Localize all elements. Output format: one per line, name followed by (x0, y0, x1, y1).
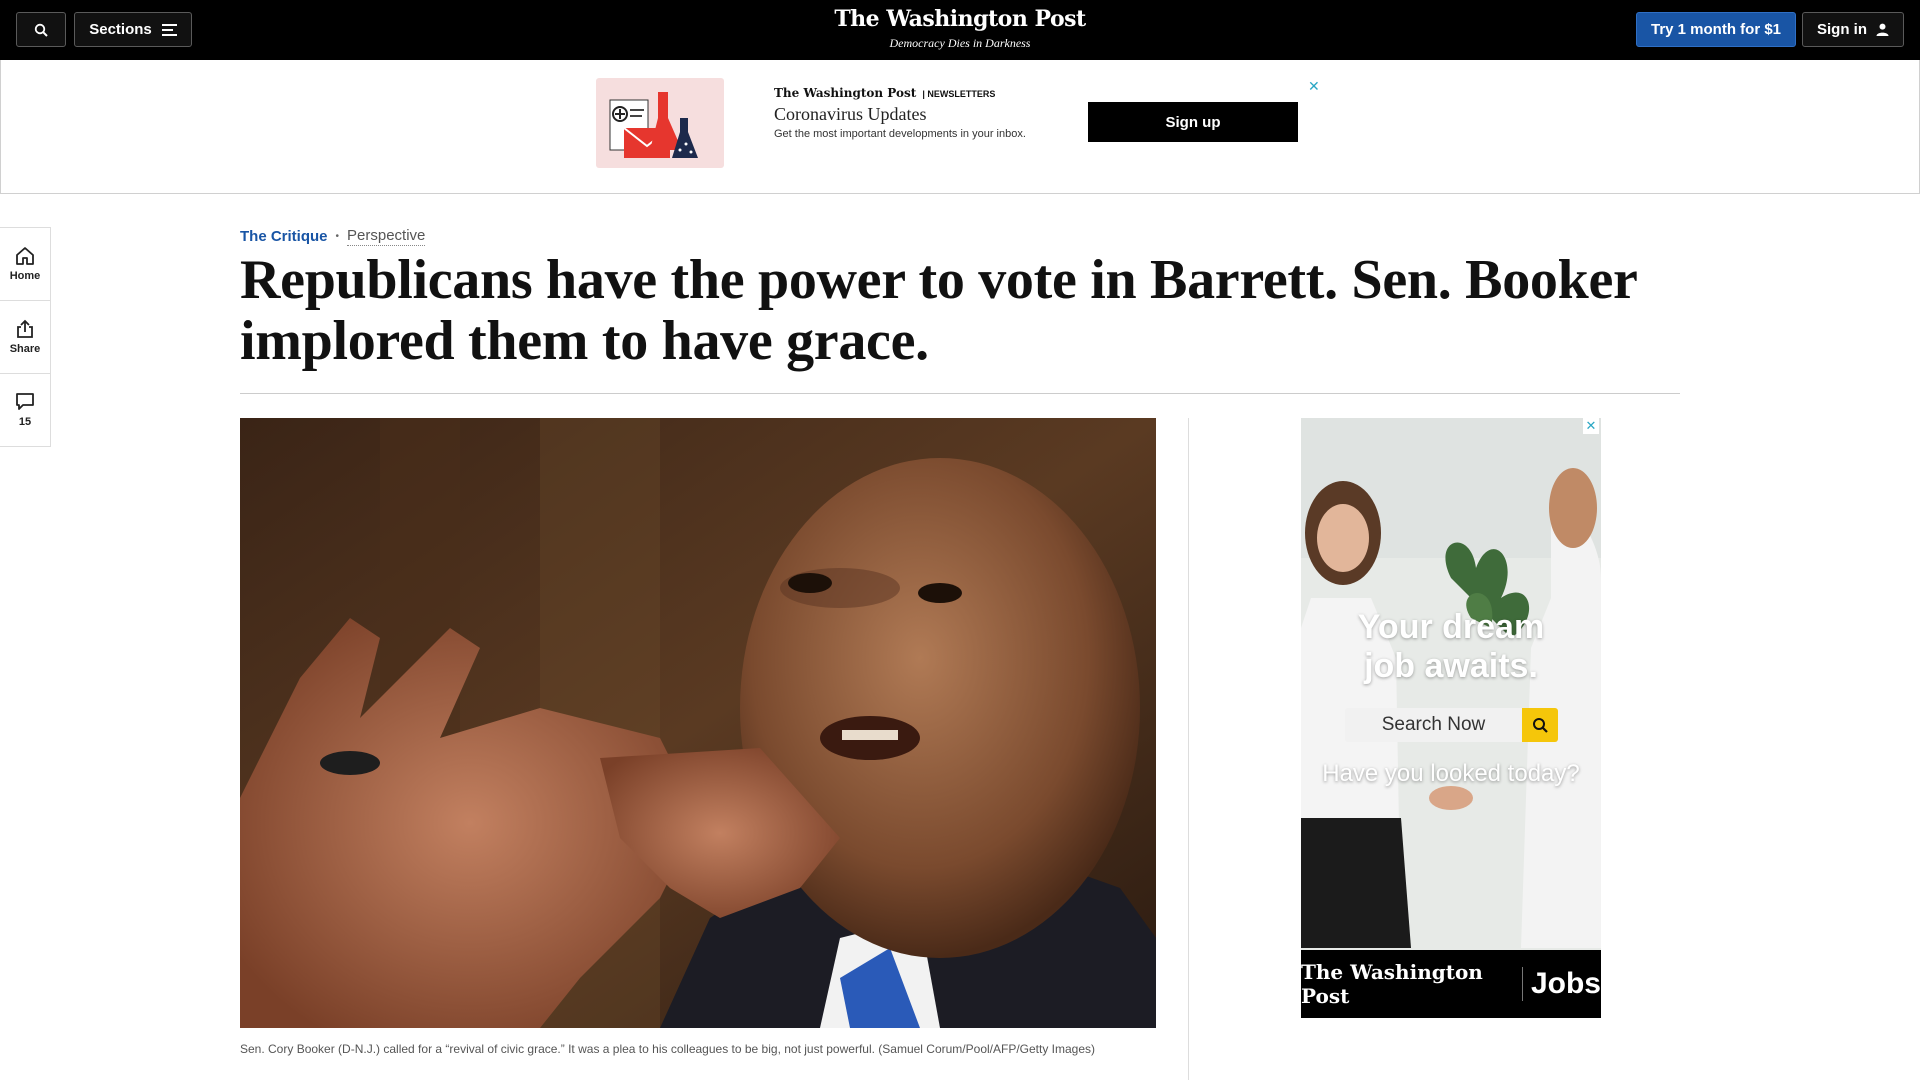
rail-home-label: Home (9, 270, 41, 282)
jobs-footer-divider (1522, 967, 1523, 1001)
jobs-ad[interactable]: Your dream job awaits. Search Now Have y… (1301, 418, 1601, 1018)
share-icon (17, 319, 33, 338)
top-nav-bar: Sections The Washington Post Democracy D… (0, 0, 1920, 60)
ad-close-icon[interactable]: ✕ (1308, 78, 1320, 95)
column-divider (1188, 418, 1189, 1080)
rail-home-button[interactable]: Home (0, 228, 50, 301)
article-kicker: The Critique • Perspective (240, 227, 426, 246)
jobs-footer-brand: The Washington Post (1301, 960, 1483, 1008)
user-icon (1876, 23, 1889, 36)
ad-close-icon[interactable]: ✕ (1583, 418, 1599, 434)
logo-name: The Washington Post (834, 6, 1086, 32)
section-link[interactable]: The Critique (240, 228, 328, 245)
newsletter-description: Get the most important developments in y… (774, 128, 1026, 140)
jobs-headline-line1: Your dream (1357, 608, 1545, 646)
article-headline: Republicans have the power to vote in Ba… (240, 249, 1637, 372)
home-icon (16, 247, 34, 265)
search-icon (1533, 718, 1548, 733)
logo-tagline: Democracy Dies in Darkness (889, 36, 1031, 50)
newsletter-brand-suffix: | NEWSLETTERS (922, 89, 996, 99)
kicker-separator: • (335, 231, 340, 242)
sections-button[interactable]: Sections (74, 12, 192, 47)
site-logo[interactable]: The Washington Post Democracy Dies in Da… (760, 6, 1160, 51)
headline-divider (240, 393, 1680, 394)
jobs-search-field[interactable]: Search Now (1345, 708, 1522, 742)
jobs-headline-line2: job awaits. (1364, 647, 1538, 685)
search-button[interactable] (16, 12, 66, 47)
photo-caption: Sen. Cory Booker (D-N.J.) called for a “… (240, 1042, 1096, 1056)
perspective-label[interactable]: Perspective (347, 227, 426, 246)
newsletter-ad-band (0, 60, 1920, 194)
lead-photo[interactable] (240, 418, 1156, 1028)
left-rail: Home Share 15 (0, 227, 51, 447)
newsletter-brand-name: The Washington Post (774, 86, 917, 100)
newsletter-signup-button[interactable]: Sign up (1088, 102, 1298, 142)
newsletter-illustration (596, 78, 724, 168)
menu-icon (161, 23, 177, 36)
rail-share-button[interactable]: Share (0, 301, 50, 374)
sign-in-button[interactable]: Sign in (1802, 12, 1904, 47)
jobs-ad-headline: Your dream job awaits. (1301, 608, 1601, 686)
rail-comments-count: 15 (18, 416, 32, 428)
rail-share-label: Share (9, 343, 41, 355)
jobs-search-box[interactable]: Search Now (1345, 708, 1558, 742)
subscribe-trial-button[interactable]: Try 1 month for $1 (1636, 12, 1796, 47)
search-icon (34, 23, 48, 37)
comment-icon (16, 393, 34, 410)
rail-comments-button[interactable]: 15 (0, 374, 50, 446)
newsletter-title: Coronavirus Updates (774, 104, 927, 124)
jobs-ad-question: Have you looked today? (1322, 760, 1580, 787)
jobs-ad-footer: The Washington Post Jobs (1301, 950, 1601, 1018)
jobs-footer-label: Jobs (1530, 967, 1601, 1000)
jobs-search-button[interactable] (1522, 708, 1558, 742)
sections-label: Sections (89, 21, 152, 38)
sign-in-label: Sign in (1817, 21, 1867, 38)
newsletter-brand: The Washington Post | NEWSLETTERS (774, 86, 995, 100)
